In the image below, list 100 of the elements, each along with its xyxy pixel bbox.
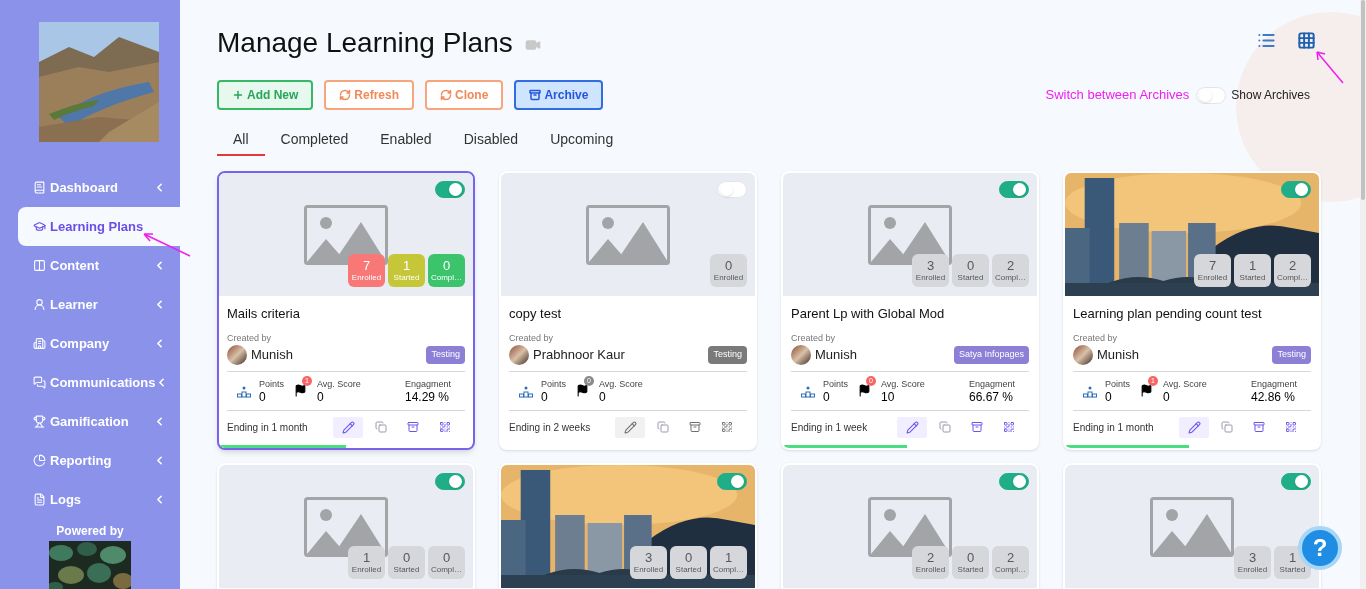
stat-count: 1 (1288, 550, 1297, 565)
refresh-icon (440, 89, 453, 101)
edit-button[interactable] (1179, 416, 1209, 438)
image-placeholder-icon (586, 204, 670, 265)
filter-tab[interactable]: Disabled (447, 124, 535, 156)
stat-label: Started (675, 565, 702, 575)
flag-icon (858, 384, 871, 397)
toggle-switch[interactable] (1281, 473, 1311, 490)
engagement-value: 14.29 % (404, 390, 450, 404)
flag-icon (294, 384, 307, 397)
stat-label: Enrolled (633, 565, 664, 575)
learning-plan-card[interactable]: 2 Enrolled 0 Started 2 Compl… (781, 463, 1039, 589)
stat-label: Compl… (712, 565, 745, 575)
show-archives-label: Show Archives (1231, 87, 1310, 104)
learning-plan-card[interactable]: 1 Enrolled 0 Started 0 Compl… (217, 463, 475, 589)
stat-label: Started (957, 565, 984, 575)
edit-button[interactable] (333, 416, 363, 438)
toggle-switch[interactable] (999, 181, 1029, 198)
stat-count: 3 (644, 550, 653, 565)
stat-count: 2 (1288, 258, 1297, 273)
stat-label: Compl… (1276, 273, 1309, 283)
columns-icon (33, 259, 46, 272)
ending-text: Ending in 2 weeks (509, 420, 591, 435)
card-title: Parent Lp with Global Mod (791, 305, 946, 323)
sidebar-item[interactable]: Dashboard (18, 168, 180, 207)
stat-count: 3 (926, 258, 935, 273)
scrollbar-thumb[interactable] (1361, 0, 1365, 200)
stat-count: 3 (1248, 550, 1257, 565)
video-icon (524, 37, 541, 53)
avg-score-value: 0 (599, 390, 607, 404)
sidebar-item[interactable]: Company (18, 324, 180, 363)
stat-label: Started (393, 565, 420, 575)
created-by-label: Created by (227, 331, 273, 345)
stat-label: Compl… (430, 273, 463, 283)
pencil-icon (341, 420, 355, 434)
engagement-value: 42.86 % (1250, 390, 1296, 404)
avg-score-label: Avg. Score (881, 378, 925, 390)
book-icon (33, 181, 46, 194)
stat-label: Enrolled (713, 273, 744, 283)
archive-icon (1253, 421, 1265, 433)
sidebar-item[interactable]: Gamification (18, 402, 180, 441)
toggle-switch[interactable] (435, 473, 465, 490)
pencil-icon (623, 420, 637, 434)
points-value: 0 (541, 390, 549, 404)
avg-score-label: Avg. Score (1163, 378, 1207, 390)
trophy-icon (33, 415, 46, 428)
refresh-icon (339, 89, 352, 101)
edit-button[interactable] (897, 416, 927, 438)
toggle-switch[interactable] (435, 181, 465, 198)
learning-plan-card[interactable]: 3 Enrolled 0 Started 1 Compl… (499, 463, 757, 589)
page-title: Manage Learning Plans (217, 26, 513, 60)
podium-icon (801, 386, 815, 398)
tag: Testing (708, 346, 747, 364)
stat-count: 0 (966, 550, 975, 565)
qr-code-icon (1003, 421, 1015, 433)
archive-button[interactable]: Archive (514, 80, 604, 110)
filter-tab[interactable]: Upcoming (534, 124, 630, 156)
stat-label: Compl… (430, 565, 463, 575)
stat-count: 2 (926, 550, 935, 565)
sidebar-item[interactable]: Learner (18, 285, 180, 324)
ending-text: Ending in 1 month (1073, 420, 1154, 435)
sidebar-item[interactable]: Reporting (18, 441, 180, 480)
points-label: Points (541, 378, 566, 390)
podium-icon (237, 386, 251, 398)
copy-icon (939, 421, 951, 433)
created-by-label: Created by (1073, 331, 1119, 345)
sidebar-item[interactable]: Logs (18, 480, 180, 519)
filter-tab[interactable]: Completed (264, 124, 365, 156)
stat-label: Enrolled (1237, 565, 1268, 575)
stat-count: 0 (442, 550, 451, 565)
sidebar-item[interactable]: Communications (18, 363, 180, 402)
copy-icon (657, 421, 669, 433)
sidebar-item[interactable]: Content (18, 246, 180, 285)
stat-count: 1 (402, 258, 411, 273)
add-button[interactable]: Add New (217, 80, 314, 110)
engagement-label: Engagment (1250, 378, 1297, 390)
edit-button[interactable] (615, 416, 645, 438)
filter-tab[interactable]: All (217, 124, 265, 156)
qr-code-icon (1285, 421, 1297, 433)
ending-text: Ending in 1 month (227, 420, 308, 435)
grid-view-button[interactable] (1296, 30, 1316, 50)
avg-score-value: 0 (317, 390, 325, 404)
author-name: Munish (251, 346, 293, 365)
stat-count: 0 (724, 258, 733, 273)
avg-score-value: 10 (881, 390, 896, 404)
points-label: Points (823, 378, 848, 390)
engagement-value: 66.67 % (968, 390, 1014, 404)
card-title: Mails criteria (227, 305, 301, 323)
points-value: 0 (259, 390, 267, 404)
tag: Satya Infopages (953, 346, 1029, 364)
copy-icon (1221, 421, 1233, 433)
stat-count: 1 (362, 550, 371, 565)
stat-count: 0 (966, 258, 975, 273)
points-value: 0 (823, 390, 831, 404)
toggle-switch[interactable] (999, 473, 1029, 490)
filter-tab[interactable]: Enabled (364, 124, 448, 156)
stat-label: Enrolled (915, 273, 946, 283)
pencil-icon (1187, 420, 1201, 434)
annotation-text: Switch between Archives (1045, 86, 1190, 105)
archive-icon (971, 421, 983, 433)
